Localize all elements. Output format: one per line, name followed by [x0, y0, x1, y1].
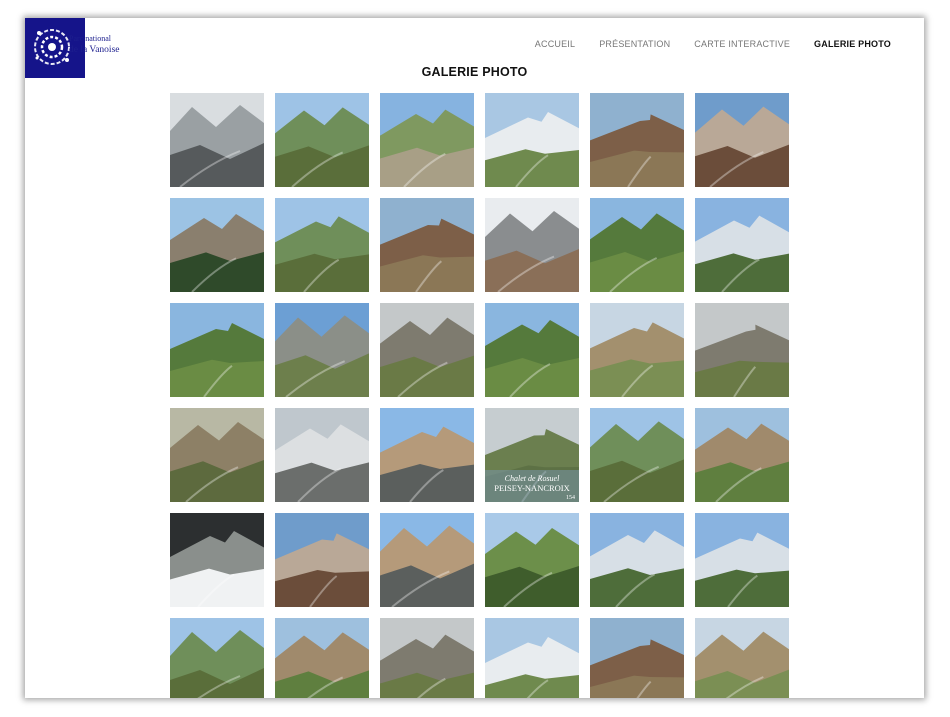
photo-image — [695, 513, 789, 607]
photo-image — [590, 198, 684, 292]
gallery-photo[interactable] — [590, 513, 684, 607]
photo-image — [380, 303, 474, 397]
gallery-photo[interactable] — [695, 618, 789, 698]
photo-image — [485, 93, 579, 187]
gallery-photo[interactable] — [170, 303, 264, 397]
gallery-photo[interactable] — [485, 618, 579, 698]
gallery-photo[interactable] — [275, 303, 369, 397]
gallery-photo[interactable] — [695, 513, 789, 607]
logo-line1: Parc national — [69, 34, 111, 43]
main-nav: ACCUEIL PRÉSENTATION CARTE INTERACTIVE G… — [535, 39, 891, 49]
gallery-photo[interactable] — [380, 513, 474, 607]
photo-image — [380, 513, 474, 607]
gallery-photo[interactable] — [275, 618, 369, 698]
photo-image — [170, 303, 264, 397]
gallery-photo[interactable] — [590, 198, 684, 292]
photo-image — [590, 93, 684, 187]
page-title: GALERIE PHOTO — [421, 65, 528, 79]
gallery-photo[interactable] — [590, 93, 684, 187]
photo-image — [170, 513, 264, 607]
photo-image — [275, 618, 369, 698]
gallery-photo[interactable]: Chalet de Rosuel PEISEY-NANCROIX 154 — [485, 408, 579, 502]
photo-image — [695, 93, 789, 187]
photo-image — [275, 198, 369, 292]
photo-image — [380, 93, 474, 187]
gallery-photo[interactable] — [695, 198, 789, 292]
nav-item-carte-interactive[interactable]: CARTE INTERACTIVE — [694, 39, 790, 49]
photo-image — [275, 93, 369, 187]
photo-image — [275, 513, 369, 607]
photo-image — [695, 618, 789, 698]
gallery-photo[interactable] — [590, 618, 684, 698]
photo-image — [380, 408, 474, 502]
photo-image — [590, 513, 684, 607]
logo-line2: de la Vanoise — [69, 45, 120, 55]
logo-text: Parc national de la Vanoise — [69, 34, 119, 55]
photo-image — [590, 303, 684, 397]
photo-image — [170, 93, 264, 187]
gallery-photo[interactable] — [590, 408, 684, 502]
gallery-photo[interactable] — [170, 513, 264, 607]
gallery-photo[interactable] — [485, 303, 579, 397]
gallery-photo[interactable] — [590, 303, 684, 397]
gallery-photo[interactable] — [380, 303, 474, 397]
gallery-photo[interactable] — [380, 198, 474, 292]
gallery-photo[interactable] — [485, 93, 579, 187]
gallery-photo[interactable] — [275, 198, 369, 292]
gallery-photo[interactable] — [275, 93, 369, 187]
gallery-photo[interactable] — [380, 618, 474, 698]
photo-image — [275, 408, 369, 502]
photo-image — [485, 303, 579, 397]
gallery-photo[interactable] — [170, 93, 264, 187]
photo-image — [485, 513, 579, 607]
photo-image — [485, 198, 579, 292]
page-frame: Parc national de la Vanoise ACCUEIL PRÉS… — [25, 18, 924, 698]
gallery-photo[interactable] — [170, 618, 264, 698]
gallery-photo[interactable] — [695, 93, 789, 187]
gallery-photo[interactable] — [695, 303, 789, 397]
nav-item-accueil[interactable]: ACCUEIL — [535, 39, 575, 49]
photo-gallery: Chalet de Rosuel PEISEY-NANCROIX 154 — [170, 93, 789, 698]
gallery-photo[interactable] — [275, 408, 369, 502]
gallery-photo[interactable] — [275, 513, 369, 607]
photo-image — [170, 618, 264, 698]
photo-image — [695, 198, 789, 292]
nav-item-presentation[interactable]: PRÉSENTATION — [599, 39, 670, 49]
gallery-photo[interactable] — [170, 198, 264, 292]
gallery-photo[interactable] — [170, 408, 264, 502]
photo-image — [695, 408, 789, 502]
photo-image — [380, 198, 474, 292]
photo-caption: Chalet de Rosuel PEISEY-NANCROIX 154 — [485, 470, 579, 502]
gallery-photo[interactable] — [380, 93, 474, 187]
nav-item-galerie-photo[interactable]: GALERIE PHOTO — [814, 39, 891, 49]
photo-image — [170, 198, 264, 292]
caption-title: Chalet de Rosuel — [504, 474, 560, 483]
caption-number: 154 — [566, 495, 575, 501]
photo-image — [170, 408, 264, 502]
photo-image — [590, 618, 684, 698]
photo-image — [695, 303, 789, 397]
photo-image — [275, 303, 369, 397]
gallery-photo[interactable] — [485, 513, 579, 607]
photo-image — [590, 408, 684, 502]
caption-location: PEISEY-NANCROIX — [494, 483, 570, 493]
gallery-photo[interactable] — [380, 408, 474, 502]
photo-image — [380, 618, 474, 698]
photo-image — [485, 618, 579, 698]
gallery-photo[interactable] — [695, 408, 789, 502]
gallery-photo[interactable] — [485, 198, 579, 292]
